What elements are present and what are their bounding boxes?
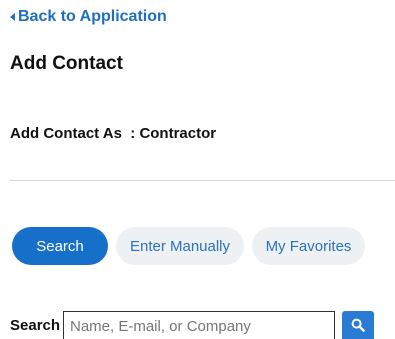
divider bbox=[10, 180, 395, 181]
search-button[interactable] bbox=[342, 311, 374, 339]
search-label: Search bbox=[10, 317, 61, 334]
caret-left-icon bbox=[10, 13, 15, 21]
contact-type-text: Add Contact As : Contractor bbox=[10, 125, 217, 142]
back-to-application-link[interactable]: Back to Application bbox=[10, 7, 167, 27]
page-title: Add Contact bbox=[10, 53, 123, 74]
tab-enter-manually[interactable]: Enter Manually bbox=[116, 227, 244, 265]
tab-search[interactable]: Search bbox=[12, 227, 108, 265]
search-icon bbox=[351, 318, 365, 332]
search-input[interactable] bbox=[63, 311, 335, 339]
tab-my-favorites[interactable]: My Favorites bbox=[252, 227, 365, 265]
back-link-label: Back to Application bbox=[18, 8, 167, 25]
